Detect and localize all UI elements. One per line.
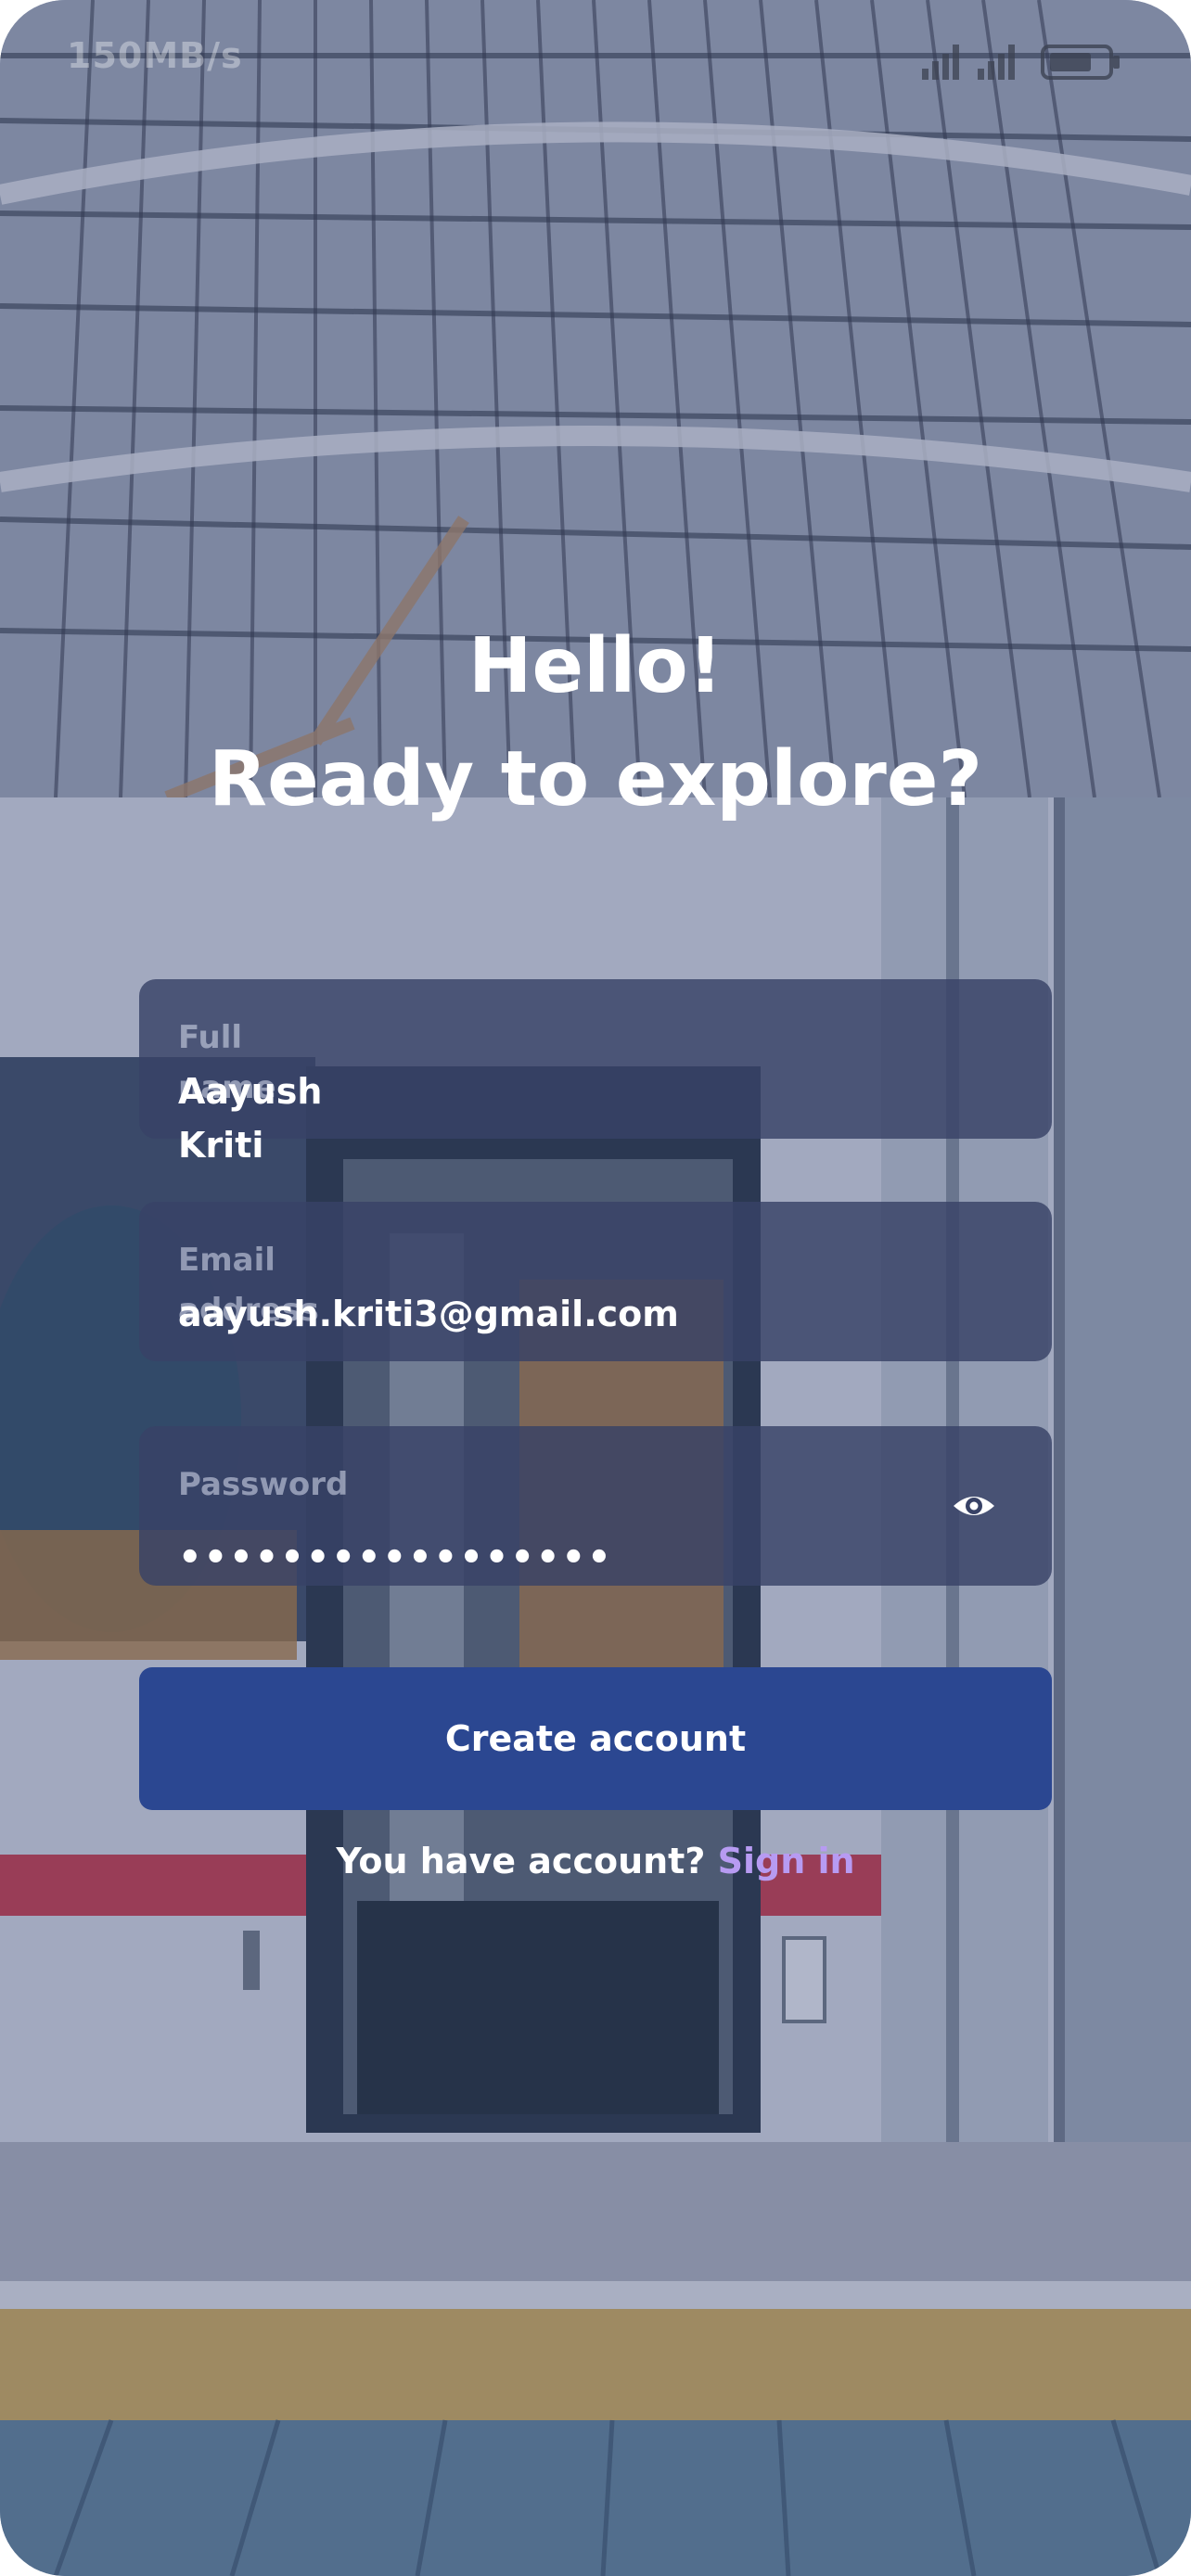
signal-icon (922, 45, 959, 80)
status-icons (922, 45, 1120, 80)
welcome-heading: Hello! Ready to explore? (0, 612, 1191, 835)
sign-in-prompt: You have account? Sign in (0, 1841, 1191, 1881)
eye-icon[interactable] (952, 1487, 996, 1524)
heading-line-1: Hello! (467, 622, 724, 710)
status-bar: 150MB/s (0, 0, 1191, 121)
full-name-input[interactable]: Aayush Kriti (178, 1065, 345, 1172)
signal-icon (978, 45, 1015, 80)
phone-screen: 150MB/s Hello! Ready to explore? Full na… (0, 0, 1191, 2576)
network-speed: 150MB/s (67, 35, 243, 76)
create-account-button[interactable]: Create account (139, 1667, 1052, 1810)
password-field[interactable]: Password ••••••••••••••••• (139, 1426, 1052, 1586)
sign-in-link[interactable]: Sign in (718, 1841, 855, 1881)
heading-line-2: Ready to explore? (208, 735, 983, 823)
full-name-field[interactable]: Full name Aayush Kriti (139, 979, 1052, 1166)
password-input[interactable]: ••••••••••••••••• (178, 1539, 698, 1576)
battery-icon (1041, 45, 1120, 80)
have-account-text: You have account? (336, 1841, 706, 1881)
email-input[interactable]: aayush.kriti3@gmail.com (178, 1287, 698, 1341)
password-label: Password (178, 1466, 349, 1503)
email-field[interactable]: Email address aayush.kriti3@gmail.com (139, 1202, 1052, 1361)
